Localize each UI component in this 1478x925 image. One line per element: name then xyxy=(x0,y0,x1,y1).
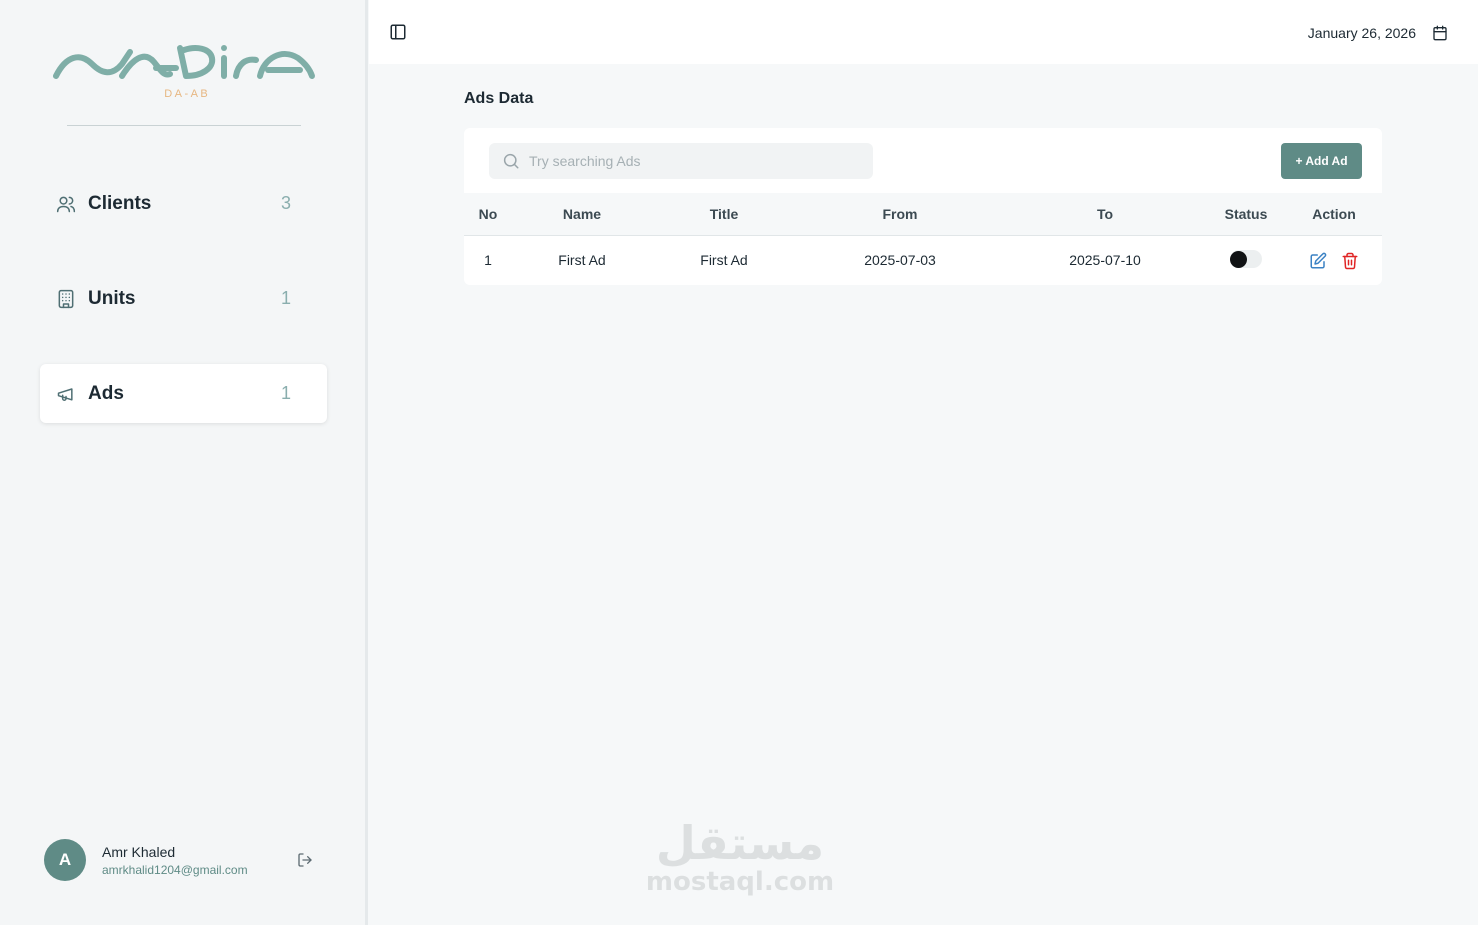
date-picker[interactable]: January 26, 2026 xyxy=(1284,16,1456,50)
megaphone-icon xyxy=(56,384,76,404)
column-header-title: Title xyxy=(709,206,739,222)
edit-icon[interactable] xyxy=(1309,252,1327,270)
cell-from: 2025-07-03 xyxy=(864,252,936,268)
sidebar-item-label: Units xyxy=(88,287,136,309)
search-icon xyxy=(502,152,520,170)
sidebar-item-count: 1 xyxy=(280,383,291,403)
column-header-to: To xyxy=(1096,206,1114,222)
user-name: Amr Khaled xyxy=(102,843,176,860)
cell-title: First Ad xyxy=(700,252,748,268)
delete-icon[interactable] xyxy=(1341,252,1359,270)
column-header-status: Status xyxy=(1224,206,1268,222)
sidebar-item-clients[interactable]: Clients 3 xyxy=(40,174,327,233)
search-box xyxy=(489,143,873,179)
page-title: Ads Data xyxy=(464,90,534,107)
top-bar: January 26, 2026 xyxy=(369,0,1478,64)
sidebar-item-units[interactable]: Units 1 xyxy=(40,269,327,328)
column-header-from: From xyxy=(882,206,918,222)
sidebar-item-count: 3 xyxy=(280,193,291,213)
brand-logo: D A - A B xyxy=(52,38,316,104)
watermark: مستقل mostaql.com xyxy=(640,818,840,896)
logout-icon[interactable] xyxy=(294,849,316,871)
add-ad-button[interactable]: + Add Ad xyxy=(1281,143,1362,179)
table-row: 1 First Ad First Ad 2025-07-03 2025-07-1… xyxy=(464,237,1382,285)
sidebar: D A - A B Clients 3 Units 1 Ads 1 A Amr … xyxy=(0,0,368,925)
cell-to: 2025-07-10 xyxy=(1069,252,1141,268)
users-icon xyxy=(56,194,76,214)
brand-logo-sub: D A - A B xyxy=(164,88,207,100)
sidebar-item-label: Clients xyxy=(88,192,152,214)
search-input[interactable] xyxy=(529,153,849,169)
current-date: January 26, 2026 xyxy=(1307,25,1416,41)
toggle-knob xyxy=(1230,251,1247,268)
app: D A - A B Clients 3 Units 1 Ads 1 A Amr … xyxy=(0,0,1478,925)
user-email: amrkhalid1204@gmail.com xyxy=(102,862,248,877)
user-profile: A Amr Khaled amrkhalid1204@gmail.com xyxy=(44,839,324,881)
sidebar-toggle-icon[interactable] xyxy=(389,23,407,41)
sidebar-item-label: Ads xyxy=(88,382,124,404)
logo-divider xyxy=(67,125,301,126)
table-header: No Name Title From To Status Action xyxy=(464,193,1382,236)
column-header-name: Name xyxy=(562,206,602,222)
column-header-action: Action xyxy=(1312,206,1356,222)
avatar[interactable]: A xyxy=(44,839,86,881)
cell-name: First Ad xyxy=(558,252,606,268)
calendar-icon xyxy=(1432,25,1448,41)
user-info: Amr Khaled amrkhalid1204@gmail.com xyxy=(102,844,294,877)
column-header-no: No xyxy=(478,206,498,222)
watermark-latin: mostaql.com xyxy=(645,867,835,897)
watermark-arabic: مستقل xyxy=(655,816,825,870)
sidebar-item-ads[interactable]: Ads 1 xyxy=(40,364,327,423)
sidebar-item-count: 1 xyxy=(280,288,291,308)
building-icon xyxy=(56,289,76,309)
ads-table-card: + Add Ad No Name Title From To Status Ac… xyxy=(464,128,1382,285)
status-toggle[interactable] xyxy=(1230,250,1262,268)
cell-no: 1 xyxy=(484,252,492,268)
